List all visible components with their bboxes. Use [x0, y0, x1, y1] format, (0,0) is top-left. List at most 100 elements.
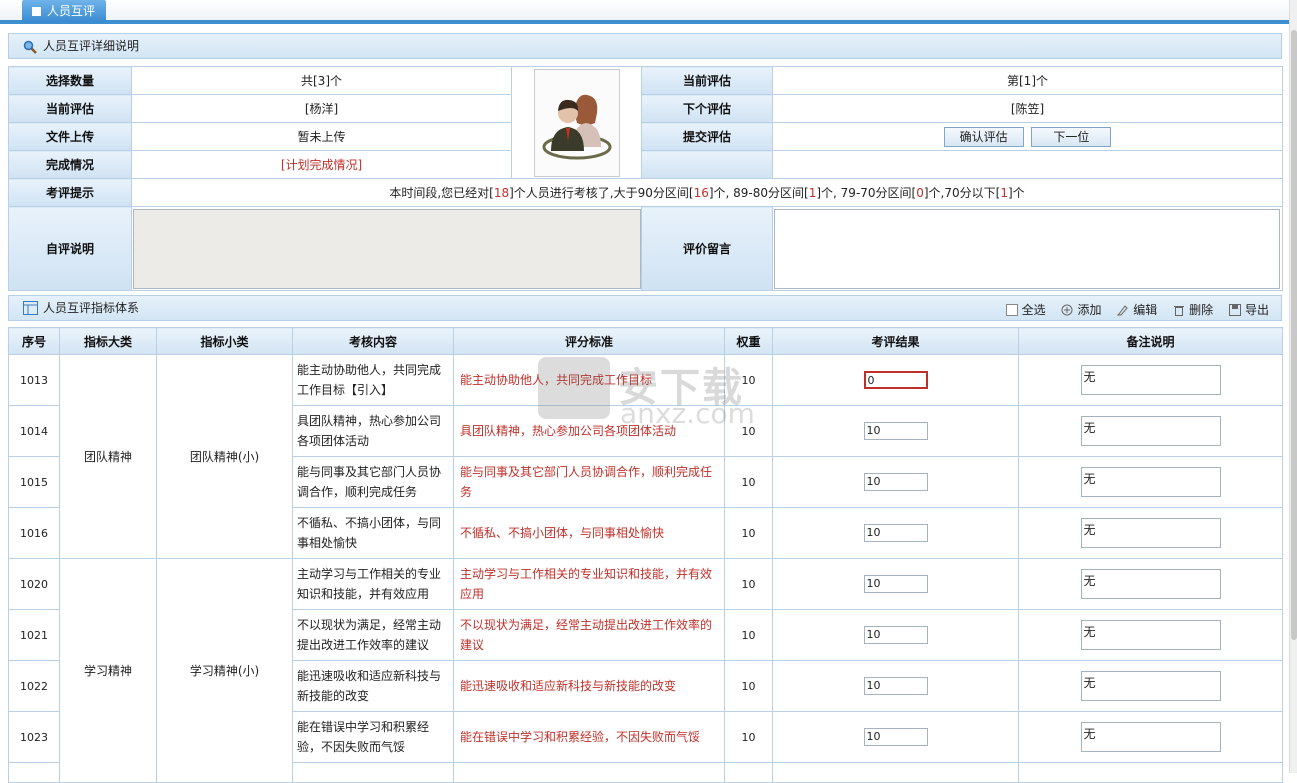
delete-button[interactable]: 删除: [1173, 301, 1213, 318]
row-note-cell: 无: [1018, 609, 1283, 661]
row-id: 1023: [8, 711, 60, 763]
indicator-section-header: 人员互评指标体系 全选 添加 编辑 删除 导出: [8, 295, 1282, 321]
avatar-cell: [511, 66, 642, 179]
add-button[interactable]: 添加: [1061, 301, 1101, 318]
score-input[interactable]: 0: [863, 371, 928, 389]
current-eval-label: 当前评估: [8, 94, 132, 123]
row-standard: 主动学习与工作相关的专业知识和技能，并有效应用: [453, 558, 725, 610]
edit-button[interactable]: 编辑: [1117, 301, 1157, 318]
self-eval-cell: [131, 206, 642, 291]
table-icon: [23, 301, 38, 318]
self-eval-label: 自评说明: [8, 206, 132, 291]
row-result-cell: 0: [772, 354, 1019, 406]
select-count-value: 共[3]个: [131, 66, 512, 95]
tab-square-icon: [32, 7, 41, 16]
file-upload-label: 文件上传: [8, 122, 132, 151]
col-header-minor[interactable]: 指标小类: [156, 327, 293, 355]
comment-textarea[interactable]: [774, 208, 1280, 289]
col-header-weight[interactable]: 权重: [724, 327, 773, 355]
tab-peer-review[interactable]: 人员互评: [22, 0, 106, 22]
row-note-cell: 无: [1018, 354, 1283, 406]
tip-part: ]个,70分以下[: [923, 186, 1001, 200]
export-label: 导出: [1244, 303, 1269, 317]
select-all-button[interactable]: 全选: [1005, 301, 1046, 318]
avatar: [533, 68, 620, 177]
score-input[interactable]: 10: [863, 575, 928, 593]
row-result-cell: 10: [772, 405, 1019, 457]
tab-label: 人员互评: [47, 4, 96, 18]
plus-icon: [1061, 304, 1073, 315]
score-input[interactable]: 10: [863, 524, 928, 542]
current-eval-value: [杨洋]: [131, 94, 512, 123]
magnifier-icon: [23, 40, 37, 57]
note-textarea[interactable]: 无: [1080, 569, 1221, 599]
table-row: 1013 团队精神 团队精神(小) 能主动协助他人，共同完成工作目标【引入】 能…: [8, 354, 1283, 559]
row-weight: 10: [724, 660, 773, 712]
row-standard: 能与同事及其它部门人员协调合作，顺利完成任务: [453, 456, 725, 508]
row-result-cell: 10: [772, 609, 1019, 661]
major-category: 学习精神: [59, 558, 157, 783]
self-eval-textarea[interactable]: [133, 208, 641, 289]
row-weight: 10: [724, 711, 773, 763]
col-header-result[interactable]: 考评结果: [772, 327, 1019, 355]
col-header-note[interactable]: 备注说明: [1018, 327, 1283, 355]
row-weight: 10: [724, 405, 773, 457]
col-header-standard[interactable]: 评分标准: [453, 327, 725, 355]
minor-category: 团队精神(小): [156, 354, 293, 559]
row-content: 不以现状为满足，经常主动提出改进工作效率的建议: [292, 609, 454, 661]
note-textarea[interactable]: 无: [1080, 620, 1221, 650]
row-result-cell: 10: [772, 507, 1019, 559]
vertical-scrollbar[interactable]: [1289, 0, 1297, 773]
note-textarea[interactable]: 无: [1080, 416, 1221, 446]
row-standard: 能在错误中学习和积累经验，不因失败而气馁: [453, 711, 725, 763]
row-note-cell: 无: [1018, 711, 1283, 763]
review-info-table: 选择数量 共[3]个 当前评估 第[1]个 当前评估 [杨洋] 下个评估 [陈笠…: [8, 66, 1283, 291]
col-header-id[interactable]: 序号: [8, 327, 60, 355]
tip-part: 本时间段,您已经对[: [389, 186, 494, 200]
submit-eval-label: 提交评估: [641, 122, 773, 151]
score-input[interactable]: 10: [863, 422, 928, 440]
submit-buttons-cell: 确认评估 下一位: [772, 122, 1283, 151]
table-row: 1020 学习精神 学习精神(小) 主动学习与工作相关的专业知识和技能，并有效应…: [8, 558, 1283, 783]
checkbox-icon: [1005, 303, 1018, 316]
tab-bar: 人员互评: [0, 0, 1289, 24]
note-textarea[interactable]: 无: [1080, 722, 1221, 752]
row-id: 1021: [8, 609, 60, 661]
add-label: 添加: [1077, 303, 1102, 317]
indicator-table: 序号 指标大类 指标小类 考核内容 评分标准 权重 考评结果 备注说明 1013…: [8, 327, 1283, 783]
next-eval-label: 下个评估: [641, 94, 773, 123]
completion-link[interactable]: [计划完成情况]: [131, 150, 512, 179]
score-input[interactable]: 10: [863, 677, 928, 695]
row-result-cell: 10: [772, 558, 1019, 610]
score-input[interactable]: 10: [863, 473, 928, 491]
note-textarea[interactable]: 无: [1080, 467, 1221, 497]
score-input[interactable]: 10: [863, 626, 928, 644]
major-category: 团队精神: [59, 354, 157, 559]
pencil-icon: [1117, 304, 1128, 315]
scrollbar-thumb[interactable]: [1291, 30, 1297, 640]
next-person-button[interactable]: 下一位: [1031, 126, 1112, 147]
note-textarea[interactable]: 无: [1080, 671, 1221, 701]
note-textarea[interactable]: 无: [1080, 518, 1221, 548]
completion-label: 完成情况: [8, 150, 132, 179]
select-all-label: 全选: [1021, 303, 1046, 317]
row-note-cell: 无: [1018, 405, 1283, 457]
note-textarea[interactable]: 无: [1080, 365, 1221, 395]
row-standard: 不以现状为满足，经常主动提出改进工作效率的建议: [453, 609, 725, 661]
row-id: 1015: [8, 456, 60, 508]
export-button[interactable]: 导出: [1228, 301, 1269, 318]
confirm-eval-button[interactable]: 确认评估: [943, 126, 1024, 147]
row-note-cell: 无: [1018, 507, 1283, 559]
row-weight: 10: [724, 609, 773, 661]
right-current-label: 当前评估: [641, 66, 773, 95]
row-content: 能在错误中学习和积累经验，不因失败而气馁: [292, 711, 454, 763]
comment-label: 评价留言: [641, 206, 773, 291]
tip-count-below-70: 1: [1000, 186, 1008, 200]
edit-label: 编辑: [1133, 303, 1158, 317]
row-weight: 10: [724, 558, 773, 610]
col-header-content[interactable]: 考核内容: [292, 327, 454, 355]
col-header-major[interactable]: 指标大类: [59, 327, 157, 355]
score-input[interactable]: 10: [863, 728, 928, 746]
row-standard: 不循私、不搞小团体，与同事相处愉快: [453, 507, 725, 559]
empty-label-cell: [641, 150, 773, 179]
